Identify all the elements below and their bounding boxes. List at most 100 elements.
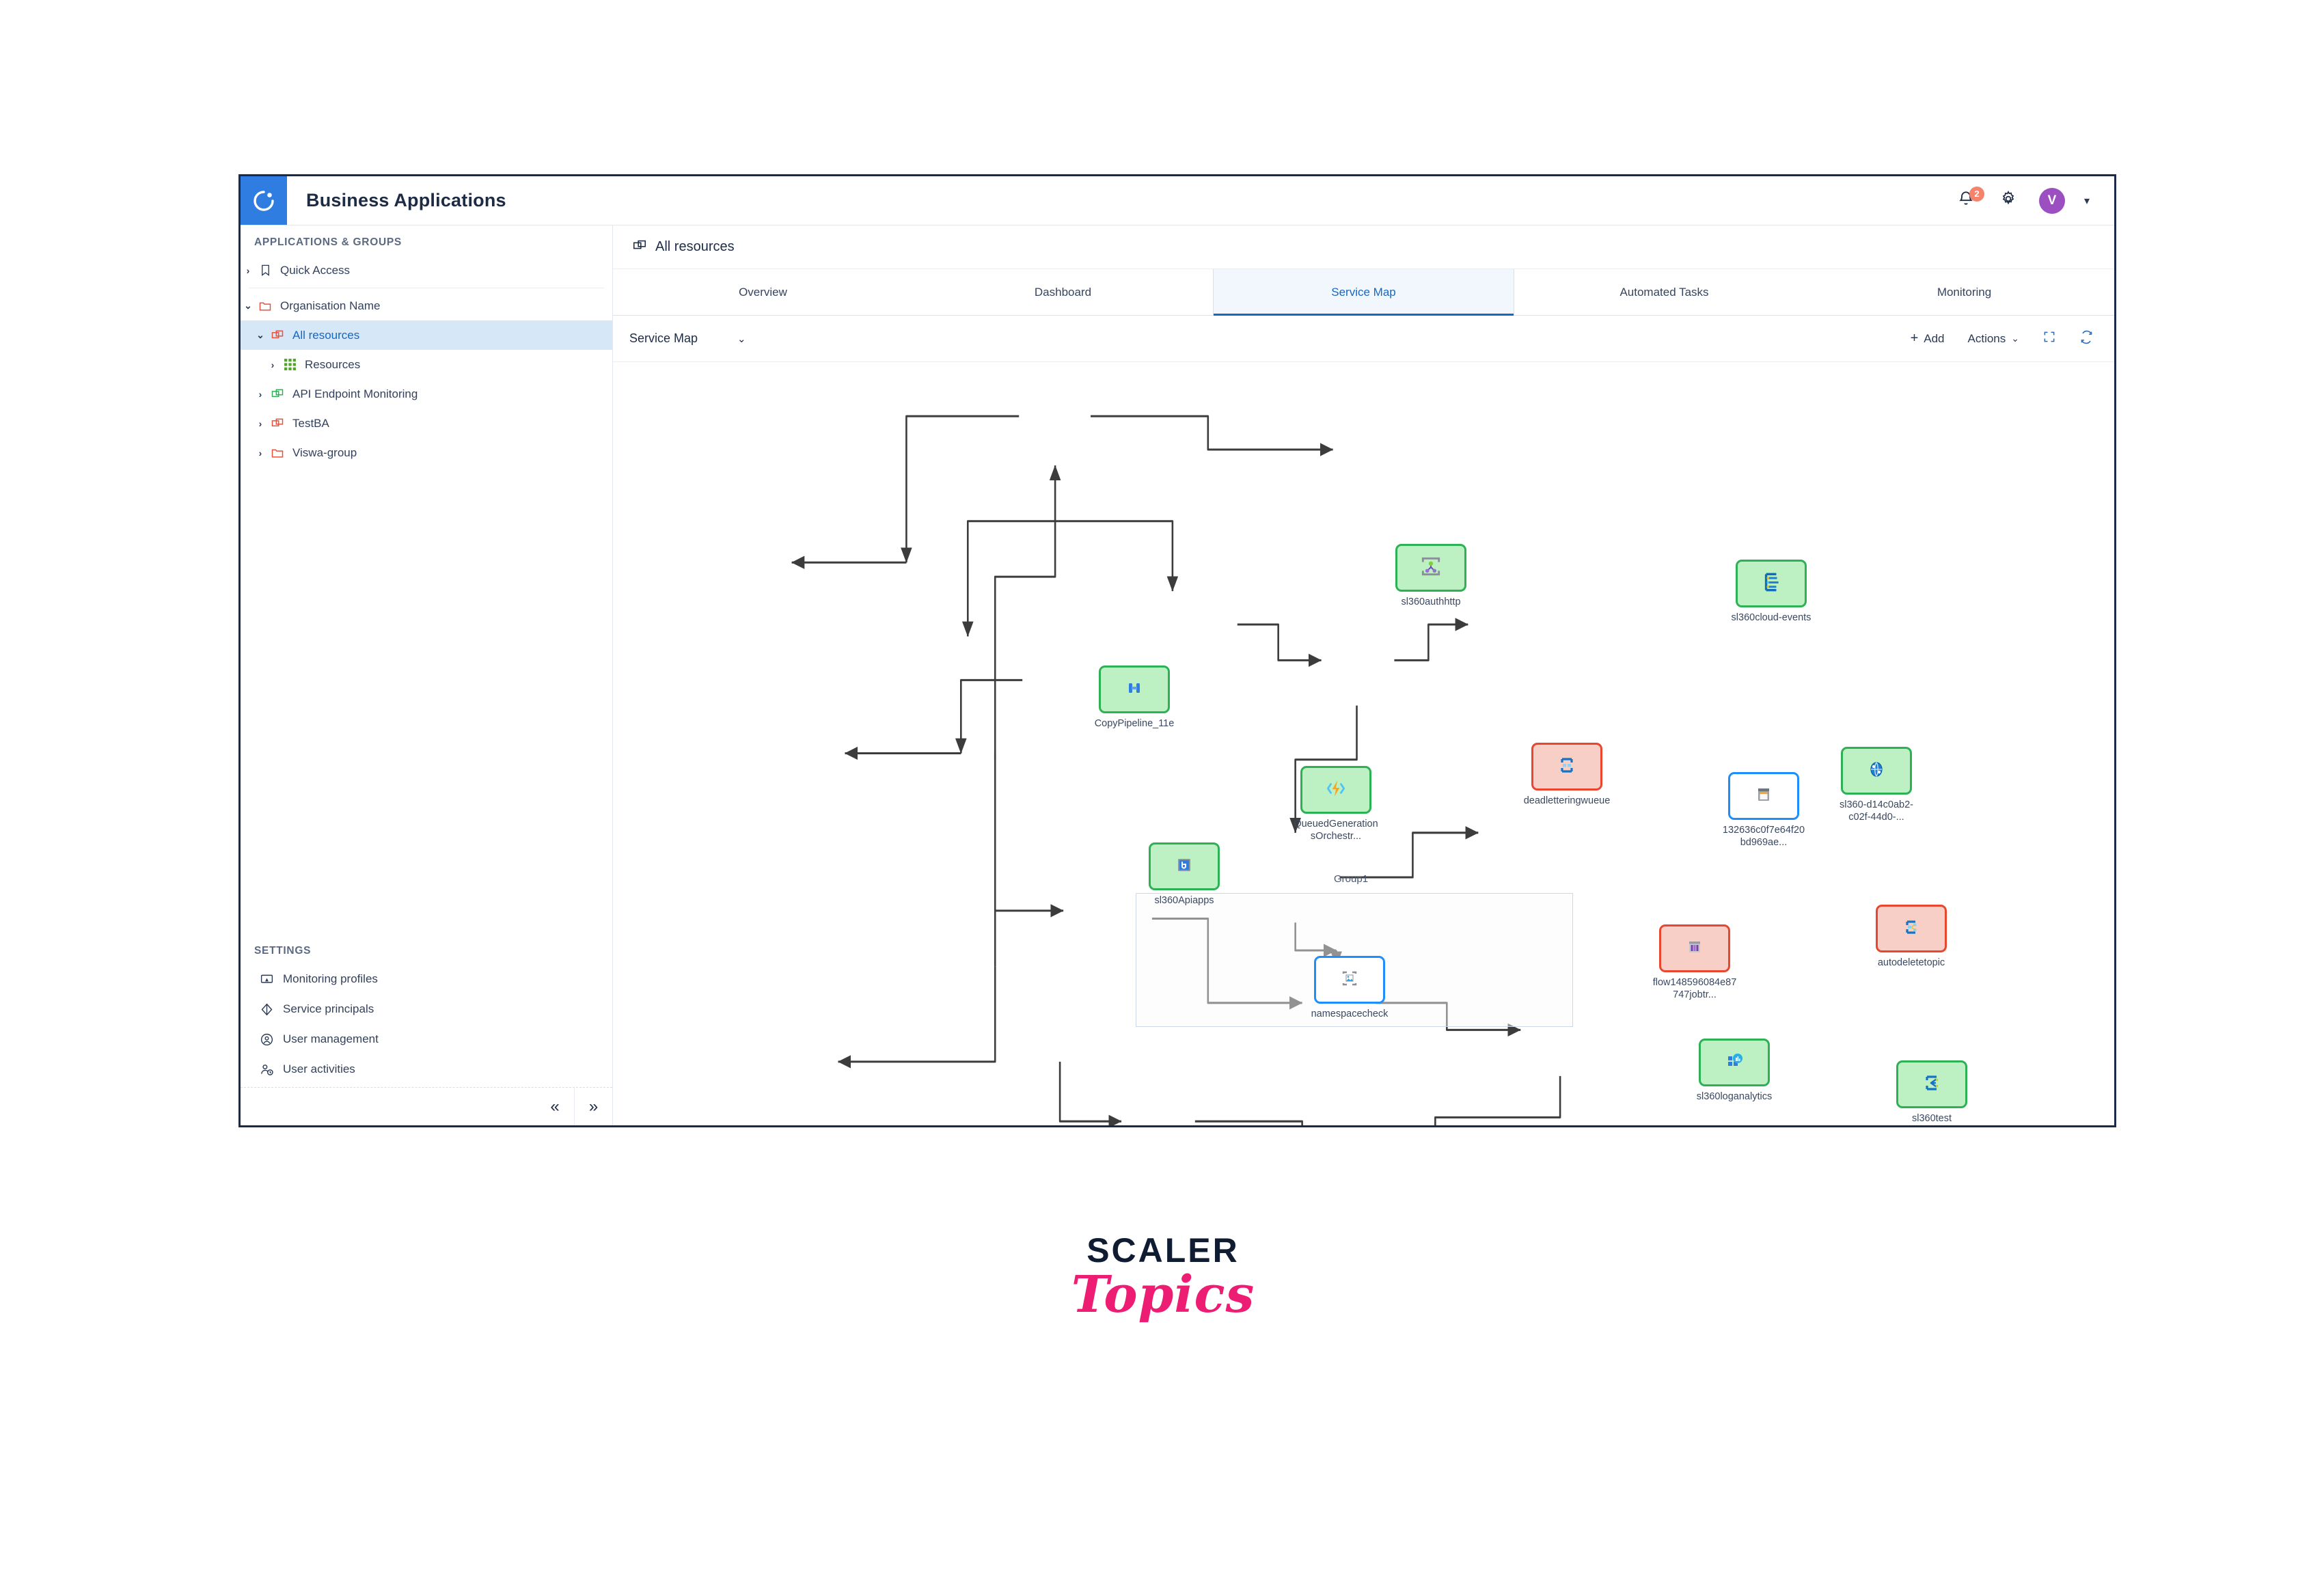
sidebar-item-quick-access[interactable]: › Quick Access	[241, 256, 612, 285]
chevron-right-icon[interactable]: ›	[253, 448, 268, 458]
node-box[interactable]	[1314, 956, 1385, 1004]
map-node-sl360apiapps[interactable]: sl360Apiapps	[1149, 842, 1228, 907]
node-box[interactable]	[1876, 905, 1947, 952]
map-node-sl360cloud-events[interactable]: sl360cloud-events	[1732, 560, 1815, 624]
node-box[interactable]	[1659, 924, 1730, 972]
chevron-double-left-icon[interactable]: «	[536, 1088, 574, 1125]
node-box[interactable]	[1300, 766, 1371, 814]
map-select-value: Service Map	[629, 331, 698, 345]
settings-section-title: SETTINGS	[254, 945, 312, 957]
sidebar-item-api-endpoint-monitoring[interactable]: › API Endpoint Monitoring	[241, 379, 612, 409]
circular-loader-icon	[252, 189, 275, 212]
tab-service-map[interactable]: Service Map	[1213, 269, 1514, 316]
sidebar-item-label: User activities	[283, 1062, 355, 1075]
storage-container-icon	[1753, 784, 1775, 809]
sidebar-item-testba[interactable]: › TestBA	[241, 409, 612, 438]
chevron-double-right-icon[interactable]: »	[574, 1088, 612, 1125]
gear-icon	[1999, 190, 2017, 211]
bookmark-icon	[256, 264, 275, 277]
grid-icon	[280, 358, 299, 371]
tab-automated-tasks[interactable]: Automated Tasks	[1514, 269, 1814, 315]
service-bus-topic-icon	[1900, 916, 1922, 942]
service-map-canvas[interactable]: Group1 sl360authhttp sl360cloud-events C…	[613, 362, 2114, 1125]
event-grid-icon	[1760, 571, 1783, 597]
notifications-button[interactable]: 2	[1954, 186, 1984, 212]
toolbar-actions: + Add Actions ⌄	[1911, 330, 2094, 348]
page-title: All resources	[655, 239, 735, 254]
node-box[interactable]	[1531, 743, 1602, 791]
map-node-blob-container[interactable]: 132636c0f7e64f20bd969ae...	[1723, 772, 1807, 849]
node-label: flow148596084e87747jobtr...	[1652, 977, 1737, 1000]
cosmos-db-icon	[1865, 758, 1887, 784]
node-box[interactable]	[1395, 544, 1466, 592]
node-box[interactable]	[1728, 772, 1799, 820]
breadcrumb: All resources	[613, 225, 2114, 269]
refresh-button[interactable]	[2079, 330, 2094, 348]
chevron-right-icon[interactable]: ›	[253, 389, 268, 400]
avatar[interactable]: V	[2038, 187, 2065, 214]
node-label: sl360cloud-events	[1731, 612, 1812, 623]
map-select[interactable]: Service Map ⌄	[629, 331, 746, 346]
node-label: CopyPipeline_11e	[1094, 718, 1175, 729]
add-button-label: Add	[1924, 331, 1945, 345]
map-node-sl360test[interactable]: sl360test	[1896, 1060, 1976, 1125]
sidebar-settings: SETTINGS Monitoring profiles Service pri…	[241, 934, 612, 1087]
fullscreen-button[interactable]	[2042, 330, 2056, 347]
node-box[interactable]	[1099, 665, 1170, 713]
node-box[interactable]	[1699, 1039, 1770, 1086]
app-title: Business Applications	[306, 190, 506, 210]
chevron-down-icon[interactable]: ⌄	[253, 329, 268, 341]
app-window: Business Applications 2 V ▾ APPLICATIONS…	[238, 174, 2116, 1127]
chevron-down-icon[interactable]: ▾	[2084, 194, 2090, 208]
chevron-down-icon[interactable]: ⌄	[241, 300, 256, 312]
node-label: sl360-d14c0ab2-c02f-44d0-...	[1839, 799, 1914, 823]
scaler-topics-watermark: SCALER Topics	[1061, 1233, 1266, 1322]
sidebar-item-resources[interactable]: › Resources	[241, 350, 612, 379]
tab-strip: Overview Dashboard Service Map Automated…	[613, 269, 2114, 316]
sidebar-item-all-resources[interactable]: ⌄ All resources	[241, 320, 612, 350]
body: APPLICATIONS & GROUPS › Quick Access ⌄ O…	[241, 225, 2114, 1125]
sidebar-item-service-principals[interactable]: Service principals	[241, 994, 612, 1024]
map-node-copypipeline[interactable]: CopyPipeline_11e	[1095, 665, 1178, 730]
node-box[interactable]	[1736, 560, 1807, 607]
sidebar-section-title: APPLICATIONS & GROUPS	[254, 236, 402, 248]
chevron-down-icon[interactable]: ⌄	[737, 333, 746, 345]
function-app-icon	[1324, 777, 1348, 804]
node-box[interactable]	[1149, 842, 1220, 890]
watermark-topics: Topics	[1071, 1265, 1255, 1324]
chevron-right-icon[interactable]: ›	[265, 359, 280, 370]
user-clock-icon	[260, 1062, 283, 1077]
node-box[interactable]	[1841, 747, 1912, 795]
sidebar-item-label: User management	[283, 1032, 379, 1045]
tab-overview[interactable]: Overview	[613, 269, 913, 315]
api-app-icon	[1173, 854, 1195, 879]
settings-button[interactable]	[1997, 189, 2020, 212]
chevron-right-icon[interactable]: ›	[241, 265, 256, 276]
sidebar-item-organisation-name[interactable]: ⌄ Organisation Name	[241, 291, 612, 320]
node-box[interactable]	[1896, 1060, 1967, 1108]
sidebar-item-label: Organisation Name	[280, 299, 381, 312]
header-actions: 2 V ▾	[1954, 176, 2114, 225]
tab-dashboard[interactable]: Dashboard	[913, 269, 1213, 315]
actions-menu-button[interactable]: Actions ⌄	[1968, 332, 2019, 346]
add-button[interactable]: + Add	[1911, 331, 1945, 346]
sidebar-item-viswa-group[interactable]: › Viswa-group	[241, 438, 612, 467]
map-toolbar: Service Map ⌄ + Add Actions ⌄	[613, 316, 2114, 362]
chevron-right-icon[interactable]: ›	[253, 418, 268, 429]
sidebar-item-user-management[interactable]: User management	[241, 1024, 612, 1054]
service-bus-queue-icon	[1556, 754, 1578, 780]
sidebar-item-monitoring-profiles[interactable]: Monitoring profiles	[241, 964, 612, 994]
resource-group-icon	[268, 329, 287, 342]
sidebar-item-user-activities[interactable]: User activities	[241, 1054, 612, 1084]
map-node-sl360-d14c0ab2-top[interactable]: sl360-d14c0ab2-c02f-44d0-...	[1840, 747, 1920, 823]
tab-monitoring[interactable]: Monitoring	[1814, 269, 2114, 315]
map-node-queuedgenerations-top[interactable]: QueuedGenerationsOrchestr...	[1294, 766, 1380, 842]
main-pane: All resources Overview Dashboard Service…	[613, 225, 2114, 1125]
map-node-sl360authhttp[interactable]: sl360authhttp	[1395, 544, 1475, 609]
map-node-flow-jobtrigger[interactable]: flow148596084e87747jobtr...	[1653, 924, 1738, 1001]
map-node-autodeletetopic[interactable]: autodeletetopic	[1876, 905, 1955, 970]
map-node-sl360loganalytics[interactable]: sl360loganalytics	[1697, 1039, 1778, 1103]
map-node-deadletteringwueue[interactable]: deadletteringwueue	[1524, 743, 1611, 808]
map-node-namespacecheck[interactable]: namespacecheck	[1311, 956, 1393, 1021]
